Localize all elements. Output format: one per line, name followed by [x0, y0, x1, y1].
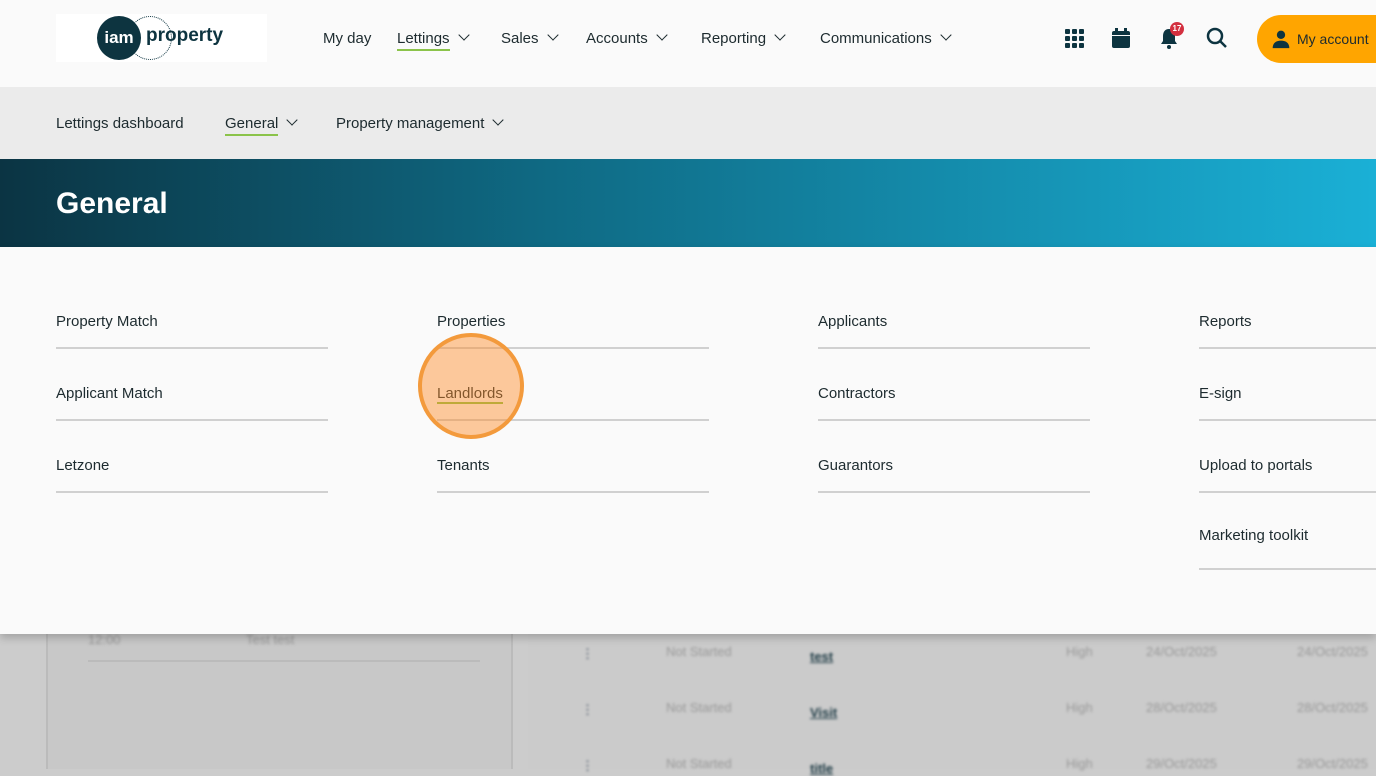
menu-item-label: Guarantors: [818, 457, 894, 474]
bg-text: Test test: [246, 632, 295, 647]
menu-item-marketing-toolkit[interactable]: Marketing toolkit: [1199, 527, 1376, 570]
menu-item-label: Marketing toolkit: [1199, 527, 1309, 544]
chevron-down-icon: [774, 29, 786, 41]
menu-item-label: Properties: [437, 313, 506, 330]
my-account-button[interactable]: My account: [1257, 15, 1376, 63]
nav-sales[interactable]: Sales: [501, 29, 559, 47]
bg-row-priority: High: [1066, 644, 1093, 659]
bg-row-priority: High: [1066, 700, 1093, 715]
general-menu-panel: [0, 247, 1376, 634]
kebab-icon: ⋮: [581, 702, 594, 717]
bg-row-status: Not Started: [666, 644, 732, 659]
menu-item-tenants[interactable]: Tenants: [437, 457, 709, 493]
menu-item-applicants[interactable]: Applicants: [818, 313, 1090, 349]
click-highlight: [418, 333, 524, 439]
menu-item-label: Reports: [1199, 313, 1252, 330]
menu-item-label: E-sign: [1199, 385, 1242, 402]
nav-lettings[interactable]: Lettings: [397, 29, 470, 51]
calendar-icon[interactable]: [1109, 26, 1133, 50]
bg-time: 12:00: [88, 632, 121, 647]
bg-row-title: test: [810, 649, 834, 664]
nav-accounts[interactable]: Accounts: [586, 29, 668, 47]
chevron-down-icon: [546, 29, 559, 41]
user-icon: [1272, 30, 1290, 49]
chevron-down-icon: [940, 29, 952, 41]
menu-item-guarantors[interactable]: Guarantors: [818, 457, 1090, 493]
menu-item-letzone[interactable]: Letzone: [56, 457, 328, 493]
subnav-general[interactable]: General: [225, 114, 299, 136]
menu-item-label: Applicants: [818, 313, 888, 330]
page-title: General: [56, 187, 168, 220]
chevron-down-icon: [492, 114, 505, 126]
bg-row-d2: 24/Oct/2025: [1297, 644, 1368, 659]
menu-item-property-match[interactable]: Property Match: [56, 313, 328, 349]
menu-item-label: Contractors: [818, 385, 896, 402]
top-header: iam property My day Lettings Sales Accoun…: [0, 0, 1376, 87]
sub-nav: Lettings dashboard General Property mana…: [0, 87, 1376, 159]
bg-row-status: Not Started: [666, 700, 732, 715]
search-icon[interactable]: [1205, 26, 1229, 50]
menu-item-upload-to-portals[interactable]: Upload to portals: [1199, 457, 1376, 493]
chevron-down-icon: [457, 29, 470, 41]
bg-row-title: Visit: [810, 705, 838, 720]
nav-my-day[interactable]: My day: [323, 30, 371, 47]
chevron-down-icon: [286, 114, 299, 126]
nav-communications[interactable]: Communications: [820, 29, 952, 47]
logo[interactable]: iam property: [56, 14, 267, 62]
nav-reporting[interactable]: Reporting: [701, 29, 786, 47]
kebab-icon: ⋮: [581, 646, 594, 661]
menu-item-contractors[interactable]: Contractors: [818, 385, 1090, 421]
chevron-down-icon: [656, 29, 668, 41]
subnav-lettings-dashboard[interactable]: Lettings dashboard: [56, 115, 184, 132]
menu-item-label: Applicant Match: [56, 385, 163, 402]
bg-row-d2: 28/Oct/2025: [1297, 700, 1368, 715]
menu-item-label: Tenants: [437, 457, 490, 474]
bg-row-d1: 24/Oct/2025: [1146, 644, 1217, 659]
kebab-icon: ⋮: [581, 758, 594, 773]
bg-row-d1: 28/Oct/2025: [1146, 700, 1217, 715]
notification-badge: 17: [1170, 22, 1184, 36]
section-banner: General: [0, 159, 1376, 247]
account-label: My account: [1297, 31, 1369, 47]
menu-item-reports[interactable]: Reports: [1199, 313, 1376, 349]
menu-item-label: Property Match: [56, 313, 158, 330]
menu-item-label: Upload to portals: [1199, 457, 1313, 474]
menu-item-label: Letzone: [56, 457, 110, 474]
apps-grid-icon[interactable]: [1062, 26, 1086, 50]
menu-item-applicant-match[interactable]: Applicant Match: [56, 385, 328, 421]
menu-item-e-sign[interactable]: E-sign: [1199, 385, 1376, 421]
subnav-property-management[interactable]: Property management: [336, 114, 505, 132]
